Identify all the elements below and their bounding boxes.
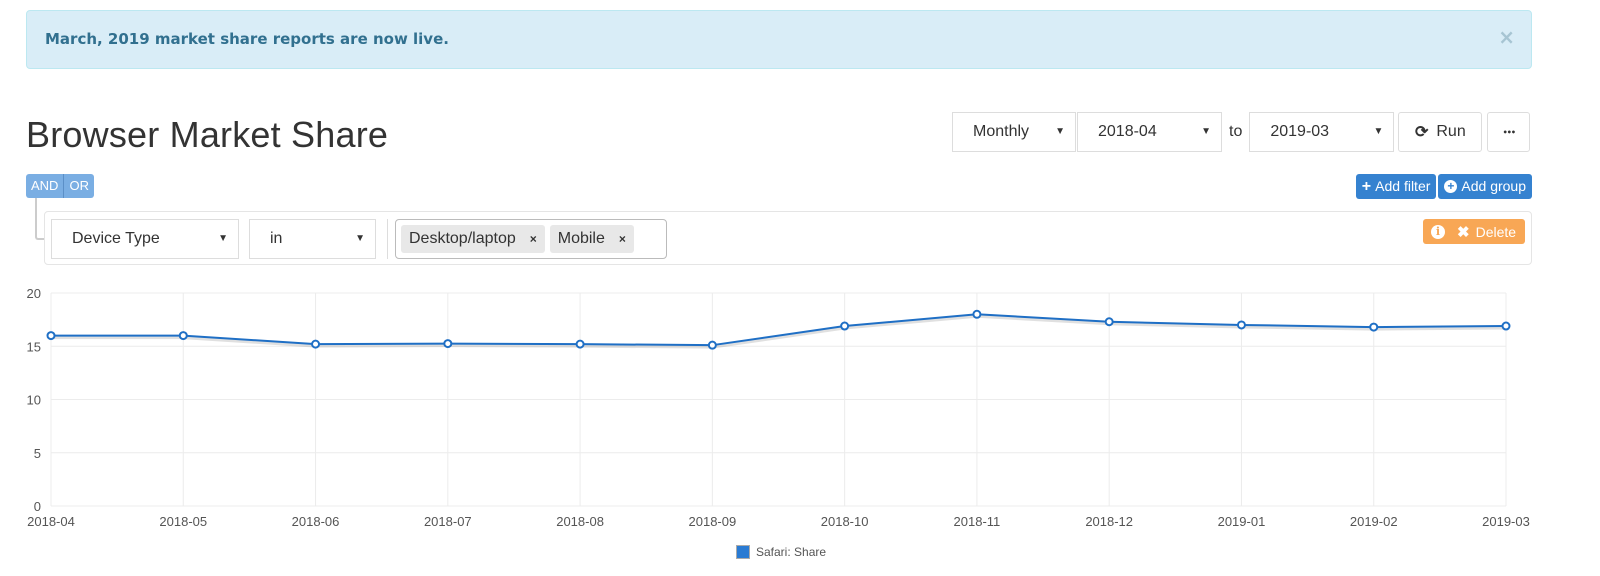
x-tick-label: 2018-12: [1085, 514, 1133, 529]
add-group-button[interactable]: + Add group: [1438, 174, 1532, 199]
y-tick-label: 0: [34, 499, 41, 514]
data-point: [1236, 320, 1246, 330]
x-tick-label: 2019-02: [1350, 514, 1398, 529]
delete-label: Delete: [1475, 223, 1517, 240]
more-options-button[interactable]: •••: [1487, 112, 1531, 152]
value-tag-label: Mobile: [557, 230, 605, 247]
chart-series: [46, 309, 1511, 350]
data-point: [575, 339, 585, 349]
data-point: [178, 331, 188, 341]
page-title: Browser Market Share: [26, 114, 389, 155]
plus-icon: +: [1361, 178, 1372, 195]
interval-select[interactable]: Monthly ▼: [952, 112, 1076, 152]
run-button[interactable]: ⟳ Run: [1398, 112, 1483, 152]
data-point: [443, 339, 453, 349]
circle-plus-icon: +: [1444, 180, 1458, 193]
to-label: to: [1229, 123, 1243, 140]
data-point: [972, 309, 982, 319]
x-tick-label: 2018-04: [27, 514, 75, 529]
rule-values-input[interactable]: Desktop/laptop × Mobile ×: [395, 219, 667, 259]
value-tag-label: Desktop/laptop: [409, 230, 516, 247]
caret-down-icon: ▼: [1055, 126, 1065, 137]
y-tick-label: 5: [34, 446, 41, 461]
x-tick-label: 2019-03: [1482, 514, 1530, 529]
y-axis-ticks: 0 5 10 15 20: [27, 286, 41, 514]
x-tick-label: 2018-11: [954, 514, 1001, 529]
ellipsis-icon: •••: [1502, 127, 1516, 137]
rule-field-value: Device Type: [72, 230, 160, 247]
report-controls: Monthly ▼ 2018-04 ▼ to 2019-03 ▼ ⟳ Run •…: [952, 112, 1531, 152]
query-actions: + Add filter + Add group: [1355, 174, 1532, 199]
data-point: [1369, 322, 1379, 332]
add-filter-label: Add filter: [1375, 178, 1431, 194]
run-label: Run: [1436, 123, 1466, 140]
x-tick-label: 2018-07: [424, 514, 472, 529]
from-date-select[interactable]: 2018-04 ▼: [1077, 112, 1222, 152]
series-line: [51, 313, 1507, 347]
y-tick-label: 10: [27, 393, 41, 408]
x-tick-label: 2019-01: [1218, 514, 1266, 529]
to-date-select[interactable]: 2019-03 ▼: [1249, 112, 1395, 152]
x-tick-label: 2018-05: [159, 514, 207, 529]
add-filter-button[interactable]: + Add filter: [1355, 174, 1437, 199]
caret-down-icon: ▼: [355, 233, 365, 244]
caret-down-icon: ▼: [1201, 126, 1211, 137]
x-tick-label: 2018-08: [556, 514, 604, 529]
market-share-chart: 05101520 2018-04 2018-05 2018-06 2018-07 201…: [27, 286, 1530, 529]
remove-tag-icon[interactable]: ×: [530, 232, 537, 246]
data-point: [1501, 321, 1511, 331]
caret-down-icon: ▼: [218, 233, 228, 244]
from-date-value: 2018-04: [1098, 123, 1157, 140]
interval-value: Monthly: [973, 123, 1030, 140]
chart-legend-item[interactable]: Safari: Share: [736, 545, 826, 559]
refresh-icon: ⟳: [1414, 124, 1429, 141]
series-line-shadow: [51, 314, 1507, 349]
add-group-label: Add group: [1461, 178, 1526, 194]
data-point: [707, 340, 717, 350]
and-toggle[interactable]: AND: [26, 174, 65, 198]
y-tick-label: 20: [27, 286, 41, 301]
x-tick-label: 2018-10: [821, 514, 869, 529]
x-tick-label: 2018-09: [689, 514, 737, 529]
x-tick-label: 2018-06: [292, 514, 340, 529]
data-point: [1104, 317, 1114, 327]
remove-tag-icon[interactable]: ×: [619, 232, 626, 246]
filter-rule: Device Type ▼ in ▼ Desktop/laptop × Mobi…: [44, 211, 1532, 265]
or-toggle[interactable]: OR: [64, 174, 94, 198]
value-tag: Desktop/laptop ×: [401, 225, 545, 253]
delete-x-icon: ✖: [1457, 223, 1470, 241]
to-date-value: 2019-03: [1270, 123, 1330, 140]
x-axis-ticks: 2018-04 2018-05 2018-06 2018-07 2018-08 2018-…: [27, 514, 1530, 529]
legend-label: Safari: Share: [756, 545, 827, 559]
data-point: [840, 321, 850, 331]
data-point: [46, 331, 56, 341]
alert-message: March, 2019 market share reports are now…: [45, 30, 449, 48]
legend-swatch: [736, 545, 750, 559]
data-point: [311, 339, 321, 349]
y-tick-label: 15: [27, 339, 41, 354]
value-tag: Mobile ×: [549, 225, 634, 253]
rule-field-select[interactable]: Device Type ▼: [51, 219, 239, 259]
info-icon[interactable]: i: [1431, 224, 1445, 239]
close-icon[interactable]: ×: [1498, 27, 1515, 47]
rule-operator-value: in: [270, 230, 283, 247]
condition-toggle: AND OR: [26, 174, 94, 198]
rule-operator-select[interactable]: in ▼: [249, 219, 376, 259]
caret-down-icon: ▼: [1373, 126, 1384, 137]
divider: [387, 219, 388, 259]
delete-rule-button[interactable]: i ✖ Delete: [1423, 219, 1525, 244]
announcement-alert: March, 2019 market share reports are now…: [26, 10, 1532, 69]
